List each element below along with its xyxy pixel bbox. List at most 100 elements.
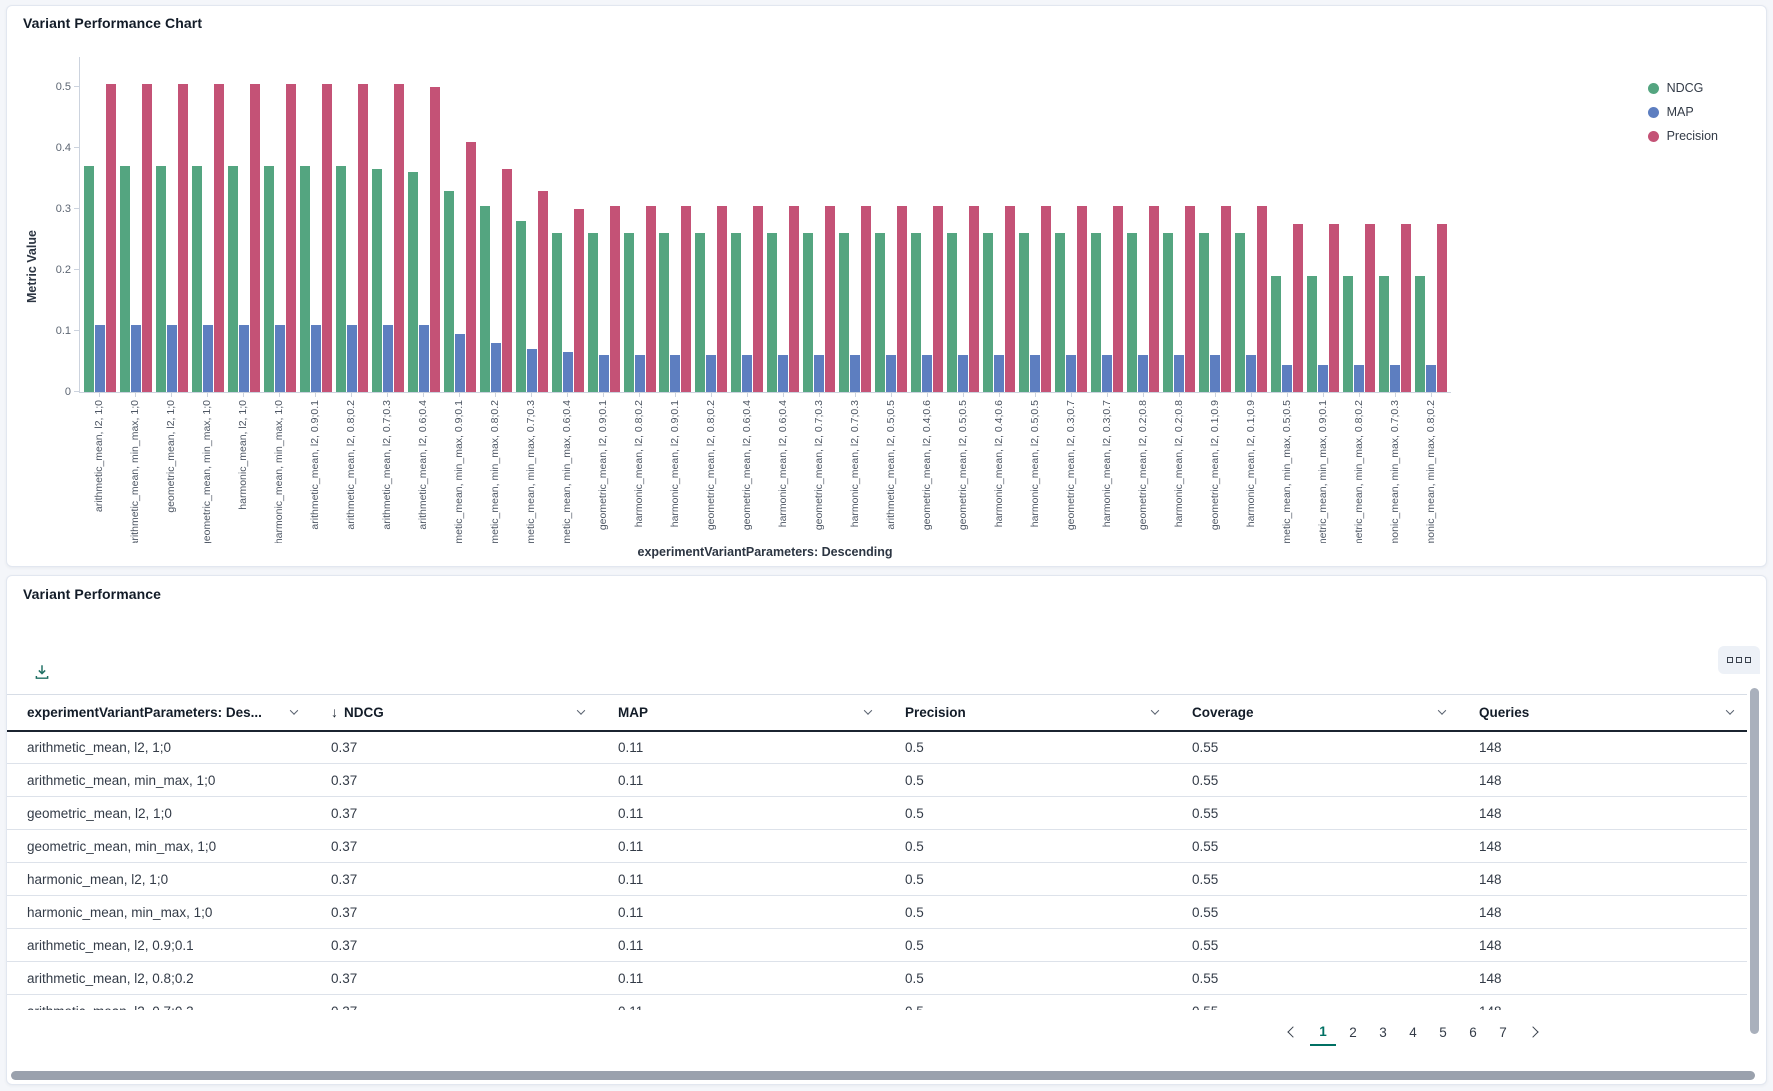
- pagination-previous-button[interactable]: [1280, 1018, 1306, 1046]
- pagination-page-7[interactable]: 7: [1490, 1018, 1516, 1046]
- column-header-coverage[interactable]: Coverage: [1172, 695, 1459, 731]
- cell-params: harmonic_mean, min_max, 1;0: [7, 896, 311, 929]
- x-axis-tick: geometric_mean, l2, 0.3;0.7: [1053, 393, 1089, 543]
- cell-precision: 0.5: [885, 962, 1172, 995]
- bar-precision: [1041, 206, 1051, 392]
- chevron-left-icon: [1287, 1026, 1298, 1037]
- cell-precision: 0.5: [885, 995, 1172, 1011]
- bar-group: [1161, 57, 1197, 392]
- x-axis-label: geometric_mean, l2, 0.2;0.8: [1138, 400, 1149, 530]
- bar-precision: [1221, 206, 1231, 392]
- bar-ndcg: [1163, 233, 1173, 392]
- column-header-precision[interactable]: Precision: [885, 695, 1172, 731]
- bar-map: [742, 355, 752, 392]
- x-axis-label: geometric_mean, l2, 0.4;0.6: [922, 400, 933, 530]
- column-options-icon: [1745, 657, 1751, 663]
- bar-precision: [969, 206, 979, 392]
- column-header-ndcg[interactable]: ↓ NDCG: [311, 695, 598, 731]
- x-axis-label: arithmetic_mean, min_max, 0.8;0.2: [490, 400, 501, 543]
- cell-ndcg: 0.37: [311, 995, 598, 1011]
- bar-ndcg: [1415, 276, 1425, 392]
- bar-precision: [1149, 206, 1159, 392]
- pagination: 1234567: [7, 1018, 1766, 1046]
- vertical-scrollbar[interactable]: [1750, 688, 1759, 1034]
- horizontal-scrollbar[interactable]: [11, 1071, 1755, 1080]
- bar-precision: [789, 206, 799, 392]
- x-axis-label: harmonic_mean, l2, 0.2;0.8: [1174, 400, 1185, 527]
- cell-map: 0.11: [598, 764, 885, 797]
- bar-group: [693, 57, 729, 392]
- y-axis-tick-mark: [74, 147, 80, 148]
- x-axis-label: arithmetic_mean, min_max, 1;0: [130, 400, 141, 543]
- bar-map: [347, 325, 357, 392]
- pagination-page-4[interactable]: 4: [1400, 1018, 1426, 1046]
- y-axis-title: Metric Value: [25, 117, 39, 417]
- bar-group: [478, 57, 514, 392]
- bar-precision: [1401, 224, 1411, 392]
- x-axis-tick: harmonic_mean, l2, 0.4;0.6: [981, 393, 1017, 543]
- pagination-page-6[interactable]: 6: [1460, 1018, 1486, 1046]
- table-row: arithmetic_mean, l2, 0.8;0.20.370.110.50…: [7, 962, 1747, 995]
- x-axis-label: arithmetic_mean, l2, 0.6;0.4: [418, 400, 429, 530]
- x-axis-tick: arithmetic_mean, min_max, 0.7;0.3: [513, 393, 549, 543]
- cell-map: 0.11: [598, 863, 885, 896]
- variant-performance-table: experimentVariantParameters: Des... ↓ NDCG…: [7, 694, 1747, 1010]
- pagination-page-3[interactable]: 3: [1370, 1018, 1396, 1046]
- chart-panel: Variant Performance Chart Metric Value 0…: [6, 5, 1767, 567]
- x-axis-label: harmonic_mean, l2, 0.9;0.1: [670, 400, 681, 527]
- y-axis-tick-label: 0.1: [56, 325, 71, 337]
- bar-ndcg: [480, 206, 490, 392]
- pagination-page-5[interactable]: 5: [1430, 1018, 1456, 1046]
- x-axis-tick: arithmetic_mean, l2, 1;0: [81, 393, 117, 543]
- pagination-next-button[interactable]: [1520, 1018, 1546, 1046]
- pagination-page-1[interactable]: 1: [1310, 1018, 1336, 1046]
- column-header-experimentvariantparameters-des[interactable]: experimentVariantParameters: Des...: [7, 695, 311, 731]
- bar-precision: [1329, 224, 1339, 392]
- x-axis-label: geometric_mean, l2, 1;0: [166, 400, 177, 513]
- x-axis-label: harmonic_mean, l2, 0.4;0.6: [994, 400, 1005, 527]
- cell-coverage: 0.55: [1172, 896, 1459, 929]
- x-axis-label: geometric_mean, l2, 0.8;0.2: [706, 400, 717, 530]
- bar-precision: [646, 206, 656, 392]
- cell-coverage: 0.55: [1172, 764, 1459, 797]
- bar-precision: [681, 206, 691, 392]
- x-axis-label: geometric_mean, l2, 0.1;0.9: [1210, 400, 1221, 530]
- bar-group: [622, 57, 658, 392]
- column-header-label: NDCG: [344, 705, 384, 720]
- legend-item-map[interactable]: MAP: [1648, 105, 1718, 119]
- x-axis-label: geometric_mean, l2, 0.3;0.7: [1066, 400, 1077, 530]
- column-header-label: Coverage: [1192, 705, 1254, 720]
- column-header-map[interactable]: MAP: [598, 695, 885, 731]
- pagination-page-2[interactable]: 2: [1340, 1018, 1366, 1046]
- cell-params: arithmetic_mean, l2, 1;0: [7, 731, 311, 764]
- bar-ndcg: [839, 233, 849, 392]
- bar-group: [658, 57, 694, 392]
- bar-map: [563, 352, 573, 392]
- bar-group: [586, 57, 622, 392]
- x-axis-tick: harmonic_mean, l2, 0.5;0.5: [1017, 393, 1053, 543]
- table-scroll-region: experimentVariantParameters: Des... ↓ NDCG…: [7, 694, 1766, 1010]
- legend-item-precision[interactable]: Precision: [1648, 129, 1718, 143]
- bar-precision: [861, 206, 871, 392]
- bar-map: [1246, 355, 1256, 392]
- x-axis-label: harmonic_mean, l2, 0.3;0.7: [1102, 400, 1113, 527]
- x-axis-tick: geometric_mean, l2, 0.6;0.4: [729, 393, 765, 543]
- legend-label: NDCG: [1667, 81, 1704, 95]
- legend-item-ndcg[interactable]: NDCG: [1648, 81, 1718, 95]
- x-axis-label: arithmetic_mean, min_max, 0.5;0.5: [1282, 400, 1293, 543]
- column-header-label: Precision: [905, 705, 966, 720]
- bar-precision: [1257, 206, 1267, 392]
- bar-ndcg: [767, 233, 777, 392]
- bar-group: [1053, 57, 1089, 392]
- table-row: arithmetic_mean, l2, 1;00.370.110.50.551…: [7, 731, 1747, 764]
- bar-ndcg: [911, 233, 921, 392]
- bar-chart: Metric Value 00.10.20.30.40.5 arithmetic…: [23, 57, 1750, 559]
- cell-ndcg: 0.37: [311, 797, 598, 830]
- bar-precision: [250, 84, 260, 392]
- page: Variant Performance Chart Metric Value 0…: [0, 0, 1773, 1091]
- column-options-button[interactable]: [1718, 646, 1760, 674]
- download-button[interactable]: [29, 660, 55, 684]
- column-header-queries[interactable]: Queries: [1459, 695, 1747, 731]
- bar-map: [455, 334, 465, 392]
- sort-descending-icon: ↓: [331, 704, 338, 720]
